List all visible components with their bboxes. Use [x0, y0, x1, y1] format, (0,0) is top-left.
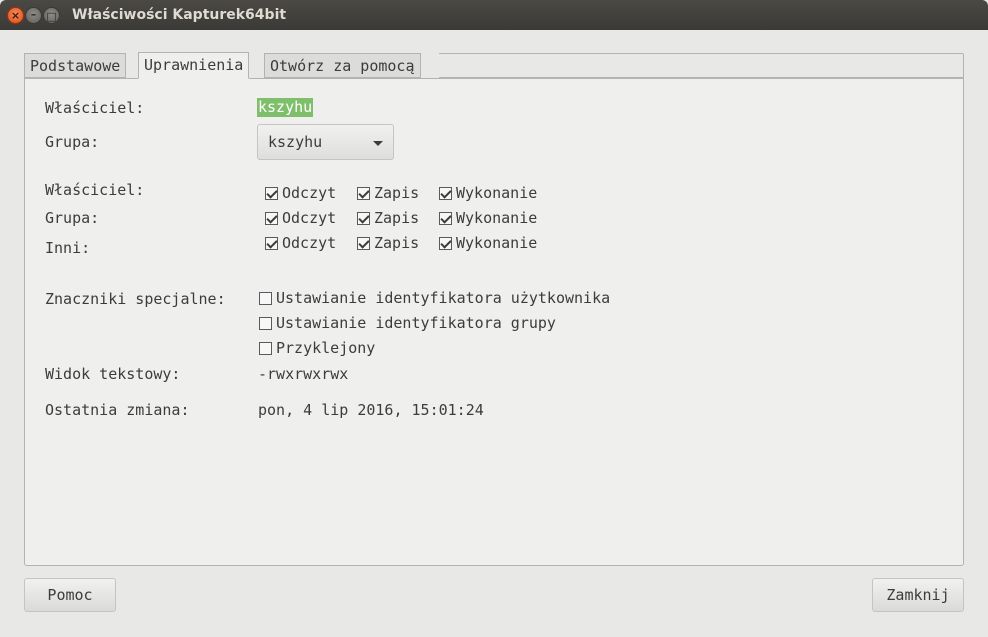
access-others-label: Inni:	[45, 239, 91, 257]
setgid-checkbox[interactable]: Ustawianie identyfikatora grupy	[259, 314, 556, 332]
checkbox-label: Zapis	[374, 209, 420, 227]
tab-bar: Podstawowe Uprawnienia Otwórz za pomocą	[24, 52, 964, 79]
group-write-checkbox[interactable]: Zapis	[357, 209, 419, 227]
checkbox-unchecked-icon	[259, 341, 272, 355]
checkbox-checked-icon	[265, 236, 278, 250]
owner-read-checkbox[interactable]: Odczyt	[265, 184, 336, 202]
group-dropdown-value: kszyhu	[268, 133, 323, 151]
checkbox-checked-icon	[439, 236, 452, 250]
minimize-window-icon[interactable]: –	[25, 7, 42, 24]
access-group-label: Grupa:	[45, 209, 100, 227]
close-button[interactable]: Zamknij	[872, 578, 964, 612]
checkbox-checked-icon	[357, 236, 370, 250]
owner-write-checkbox[interactable]: Zapis	[357, 184, 419, 202]
checkbox-label: Zapis	[374, 234, 420, 252]
last-change-label: Ostatnia zmiana:	[45, 401, 190, 419]
others-read-checkbox[interactable]: Odczyt	[265, 234, 336, 252]
checkbox-label: Odczyt	[282, 234, 337, 252]
last-change-value: pon, 4 lip 2016, 15:01:24	[258, 401, 484, 419]
checkbox-checked-icon	[357, 186, 370, 200]
tab-open-with[interactable]: Otwórz za pomocą	[264, 53, 421, 78]
tab-bar-filler	[439, 53, 964, 78]
checkbox-label: Ustawianie identyfikatora grupy	[276, 314, 556, 332]
others-exec-checkbox[interactable]: Wykonanie	[439, 234, 537, 252]
checkbox-label: Odczyt	[282, 184, 337, 202]
group-dropdown[interactable]: kszyhu	[257, 124, 394, 160]
owner-label: Właściciel:	[45, 99, 145, 117]
checkbox-checked-icon	[439, 186, 452, 200]
sticky-checkbox[interactable]: Przyklejony	[259, 339, 375, 357]
checkbox-unchecked-icon	[259, 291, 272, 305]
tab-basic[interactable]: Podstawowe	[24, 53, 127, 78]
checkbox-label: Wykonanie	[456, 184, 538, 202]
checkbox-label: Zapis	[374, 184, 420, 202]
close-window-icon[interactable]: ×	[7, 7, 24, 24]
checkbox-checked-icon	[357, 211, 370, 225]
others-write-checkbox[interactable]: Zapis	[357, 234, 419, 252]
checkbox-label: Przyklejony	[276, 339, 376, 357]
access-owner-label: Właściciel:	[45, 181, 145, 199]
text-view-value: -rwxrwxrwx	[258, 365, 349, 383]
window-title: Właściwości Kapturek64bit	[72, 7, 287, 23]
checkbox-checked-icon	[439, 211, 452, 225]
checkbox-label: Odczyt	[282, 209, 337, 227]
group-label: Grupa:	[45, 133, 100, 151]
text-view-label: Widok tekstowy:	[45, 365, 181, 383]
chevron-down-icon	[373, 141, 383, 146]
maximize-window-icon[interactable]: □	[43, 7, 60, 24]
setuid-checkbox[interactable]: Ustawianie identyfikatora użytkownika	[259, 289, 610, 307]
checkbox-checked-icon	[265, 211, 278, 225]
special-flags-label: Znaczniki specjalne:	[45, 290, 226, 308]
group-read-checkbox[interactable]: Odczyt	[265, 209, 336, 227]
checkbox-label: Wykonanie	[456, 209, 538, 227]
group-exec-checkbox[interactable]: Wykonanie	[439, 209, 537, 227]
owner-value[interactable]: kszyhu	[257, 98, 314, 117]
help-button[interactable]: Pomoc	[24, 578, 116, 612]
checkbox-label: Ustawianie identyfikatora użytkownika	[276, 289, 611, 307]
tab-permissions[interactable]: Uprawnienia	[138, 52, 250, 79]
title-bar: × – □ Właściwości Kapturek64bit	[0, 0, 988, 30]
owner-exec-checkbox[interactable]: Wykonanie	[439, 184, 537, 202]
checkbox-unchecked-icon	[259, 316, 272, 330]
checkbox-label: Wykonanie	[456, 234, 538, 252]
checkbox-checked-icon	[265, 186, 278, 200]
